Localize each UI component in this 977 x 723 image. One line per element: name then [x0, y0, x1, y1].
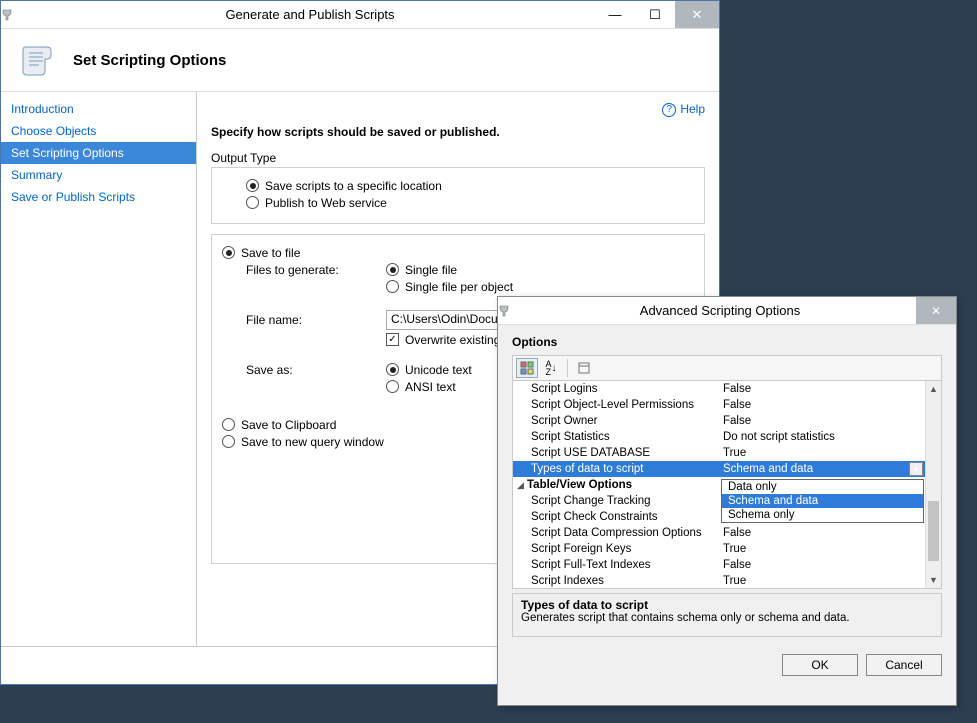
output-type-label: Output Type [211, 151, 705, 165]
sidebar-item-set-scripting-options[interactable]: Set Scripting Options [1, 142, 196, 164]
help-link[interactable]: Help [680, 102, 705, 116]
toolbar-separator [567, 359, 568, 377]
scroll-up-icon[interactable]: ▲ [926, 381, 941, 397]
radio-file-per-object[interactable] [386, 280, 399, 293]
grid-category: Table/View Options [527, 479, 721, 491]
radio-publish-web-label: Publish to Web service [265, 196, 387, 210]
minimize-button[interactable]: — [595, 1, 635, 28]
lead-text: Specify how scripts should be saved or p… [211, 125, 705, 139]
scroll-down-icon[interactable]: ▼ [926, 572, 941, 588]
combo-arrow-icon[interactable]: ▾ [909, 462, 923, 476]
sidebar-item-save-publish[interactable]: Save or Publish Scripts [1, 186, 196, 208]
grid-key: Script Object-Level Permissions [531, 399, 721, 411]
dialog-titlebar[interactable]: Advanced Scripting Options ✕ [498, 297, 956, 325]
dialog-app-icon [498, 304, 524, 318]
grid-key: Script Check Constraints [531, 511, 721, 523]
radio-save-specific[interactable] [246, 179, 259, 192]
advanced-dialog: Advanced Scripting Options ✕ Options AZ↓… [497, 296, 957, 706]
property-pages-button[interactable] [573, 358, 595, 378]
grid-value[interactable]: False [721, 559, 941, 571]
radio-save-new-query[interactable] [222, 435, 235, 448]
types-of-data-dropdown[interactable]: Data only Schema and data Schema only [721, 479, 924, 523]
radio-save-to-file-label: Save to file [241, 246, 300, 260]
radio-save-specific-label: Save scripts to a specific location [265, 179, 442, 193]
description-title: Types of data to script [521, 598, 933, 612]
maximize-button[interactable]: ☐ [635, 1, 675, 28]
close-button[interactable]: ✕ [675, 1, 719, 28]
grid-value[interactable]: True [721, 447, 941, 459]
sidebar-item-choose-objects[interactable]: Choose Objects [1, 120, 196, 142]
radio-single-file-label: Single file [405, 263, 457, 277]
scroll-thumb[interactable] [928, 501, 939, 561]
grid-toolbar: AZ↓ [512, 355, 942, 381]
radio-single-file[interactable] [386, 263, 399, 276]
grid-value[interactable]: Do not script statistics [721, 431, 941, 443]
output-type-group: Save scripts to a specific location Publ… [211, 167, 705, 224]
grid-key: Script USE DATABASE [531, 447, 721, 459]
help-icon: ? [662, 103, 676, 117]
file-name-label: File name: [246, 313, 386, 327]
cancel-button[interactable]: Cancel [866, 654, 942, 676]
window-title: Generate and Publish Scripts [25, 7, 595, 22]
grid-value[interactable]: True [721, 575, 941, 587]
grid-key: Script Indexes [531, 575, 721, 587]
grid-key: Script Change Tracking [531, 495, 721, 507]
grid-value[interactable]: False [721, 415, 941, 427]
description-text: Generates script that contains schema on… [521, 612, 933, 624]
radio-ansi-label: ANSI text [405, 380, 456, 394]
radio-save-clipboard[interactable] [222, 418, 235, 431]
grid-scrollbar[interactable]: ▲ ▼ [925, 381, 941, 588]
grid-key-selected: Types of data to script [531, 463, 721, 475]
grid-key: Script Foreign Keys [531, 543, 721, 555]
grid-key: Script Logins [531, 383, 721, 395]
dropdown-item-schema-and-data[interactable]: Schema and data [722, 494, 923, 508]
grid-value[interactable]: False [721, 383, 941, 395]
grid-key: Script Owner [531, 415, 721, 427]
grid-value-selected[interactable]: Schema and data [721, 463, 941, 475]
wizard-sidebar: Introduction Choose Objects Set Scriptin… [1, 92, 197, 646]
dialog-close-button[interactable]: ✕ [916, 297, 956, 324]
save-as-label: Save as: [246, 363, 386, 377]
app-icon [1, 8, 25, 22]
dropdown-item-schema-only[interactable]: Schema only [722, 508, 923, 522]
dialog-title: Advanced Scripting Options [524, 303, 916, 318]
radio-file-per-object-label: Single file per object [405, 280, 513, 294]
wizard-header: Set Scripting Options [1, 29, 719, 92]
description-panel: Types of data to script Generates script… [512, 593, 942, 637]
dialog-footer: OK Cancel [498, 643, 956, 687]
property-grid[interactable]: Script LoginsFalse Script Object-Level P… [512, 381, 942, 589]
radio-ansi[interactable] [386, 380, 399, 393]
radio-save-to-file[interactable] [222, 246, 235, 259]
grid-key: Script Data Compression Options [531, 527, 721, 539]
grid-value[interactable]: True [721, 543, 941, 555]
ok-button[interactable]: OK [782, 654, 858, 676]
collapse-icon[interactable]: ◢ [517, 480, 524, 491]
files-to-generate-label: Files to generate: [246, 263, 386, 277]
options-heading: Options [512, 335, 942, 349]
file-name-field[interactable]: C:\Users\Odin\Document [386, 310, 501, 330]
categorize-button[interactable] [516, 358, 538, 378]
check-overwrite[interactable] [386, 333, 399, 346]
titlebar[interactable]: Generate and Publish Scripts — ☐ ✕ [1, 1, 719, 29]
grid-value[interactable]: False [721, 527, 941, 539]
radio-publish-web[interactable] [246, 196, 259, 209]
radio-unicode-label: Unicode text [405, 363, 472, 377]
sort-button[interactable]: AZ↓ [540, 358, 562, 378]
grid-key: Script Statistics [531, 431, 721, 443]
scroll-icon [17, 39, 59, 81]
radio-save-clipboard-label: Save to Clipboard [241, 418, 336, 432]
grid-key: Script Full-Text Indexes [531, 559, 721, 571]
grid-value[interactable]: False [721, 399, 941, 411]
dropdown-item-data-only[interactable]: Data only [722, 480, 923, 494]
sidebar-item-introduction[interactable]: Introduction [1, 98, 196, 120]
sidebar-item-summary[interactable]: Summary [1, 164, 196, 186]
page-title: Set Scripting Options [73, 52, 226, 69]
radio-save-new-query-label: Save to new query window [241, 435, 384, 449]
radio-unicode[interactable] [386, 363, 399, 376]
